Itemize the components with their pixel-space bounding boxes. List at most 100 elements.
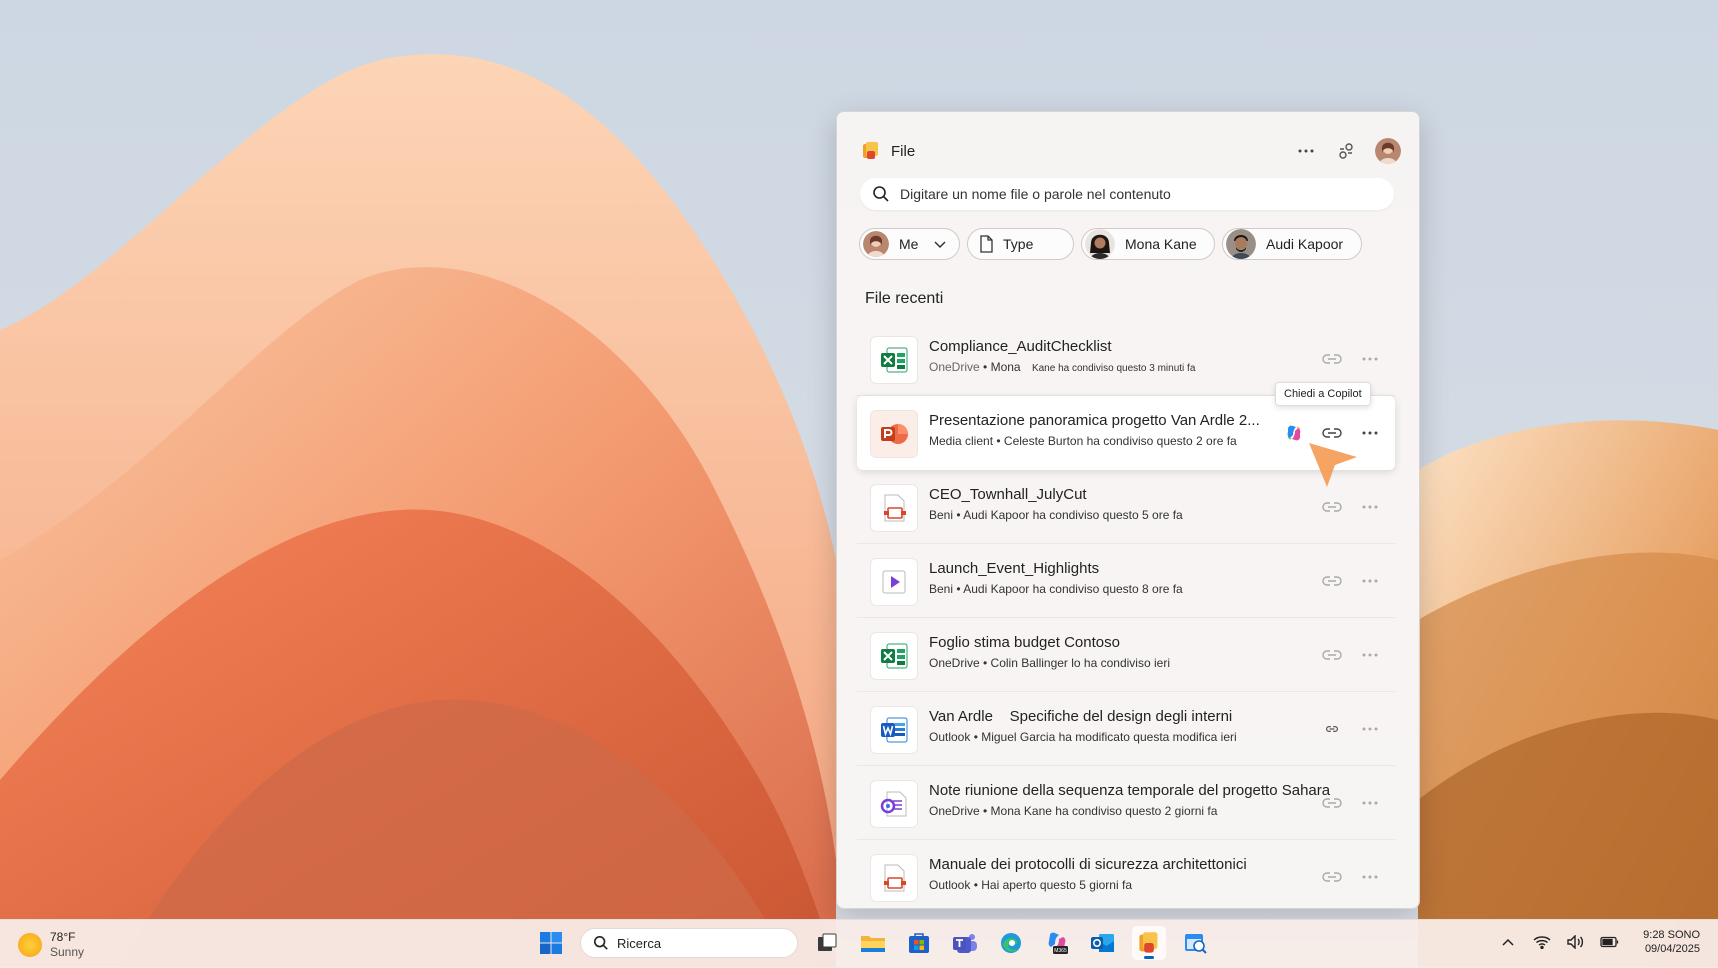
- filter-audi-kapoor[interactable]: Audi Kapoor: [1222, 228, 1362, 260]
- filter-type[interactable]: Type: [967, 228, 1074, 260]
- copy-link-icon[interactable]: [1321, 866, 1343, 888]
- system-tray: 9:28 SONO 09/04/2025: [1497, 928, 1700, 956]
- section-title: File recenti: [865, 290, 944, 307]
- m365-icon[interactable]: M365: [1040, 926, 1074, 960]
- more-actions-icon[interactable]: [1359, 644, 1381, 666]
- file-details: Media client • Celeste Burton ha condivi…: [929, 434, 1237, 448]
- powerpoint-icon: [870, 410, 918, 458]
- file-row[interactable]: Foglio stima budget Contoso OneDrive • C…: [857, 618, 1395, 692]
- copy-link-icon[interactable]: [1321, 570, 1343, 592]
- file-row[interactable]: Manuale dei protocolli di sicurezza arch…: [857, 840, 1395, 908]
- copy-link-icon[interactable]: [1321, 644, 1343, 666]
- svg-text:M365: M365: [1054, 948, 1067, 954]
- file-name: Foglio stima budget Contoso: [929, 634, 1120, 651]
- more-actions-icon[interactable]: [1359, 866, 1381, 888]
- store-icon[interactable]: [902, 926, 936, 960]
- files-panel: File Digitare un nome file o parole nel …: [836, 111, 1420, 909]
- copy-link-icon[interactable]: [1321, 348, 1343, 370]
- filter-me[interactable]: Me: [859, 228, 960, 260]
- copy-link-icon[interactable]: [1321, 496, 1343, 518]
- taskbar-apps: Ricerca M365: [534, 926, 1212, 960]
- file-name: Note riunione della sequenza temporale d…: [929, 782, 1331, 799]
- share-link-icon[interactable]: [1335, 140, 1357, 162]
- wifi-icon[interactable]: [1531, 931, 1553, 953]
- search-icon: [873, 186, 889, 202]
- more-actions-icon[interactable]: [1359, 422, 1381, 444]
- taskbar-search-label: Ricerca: [617, 935, 662, 951]
- filter-me-label: Me: [899, 236, 919, 252]
- taskbar-search[interactable]: Ricerca: [580, 928, 798, 958]
- more-actions-icon[interactable]: [1359, 496, 1381, 518]
- audi-kapoor-avatar: [1226, 229, 1256, 259]
- document-icon: [870, 484, 918, 532]
- mouse-pointer-icon: [1309, 443, 1357, 487]
- search-icon: [593, 935, 608, 950]
- volume-icon[interactable]: [1565, 931, 1587, 953]
- clock-time: 9:28 SONO: [1643, 929, 1700, 941]
- search-input[interactable]: Digitare un nome file o parole nel conte…: [900, 186, 1171, 202]
- clock[interactable]: 9:28 SONO 09/04/2025: [1643, 928, 1700, 956]
- task-view-icon[interactable]: [810, 926, 844, 960]
- copilot-icon[interactable]: [1283, 422, 1305, 444]
- file-name: CEO_Townhall_JulyCut: [929, 486, 1087, 503]
- teams-icon[interactable]: [948, 926, 982, 960]
- file-row[interactable]: Note riunione della sequenza temporale d…: [857, 766, 1395, 840]
- file-details: Outlook • Hai aperto questo 5 giorni fa: [929, 878, 1132, 892]
- file-details: Beni • Audi Kapoor ha condiviso questo 8…: [929, 582, 1183, 596]
- file-name: Presentazione panoramica progetto Van Ar…: [929, 412, 1260, 429]
- file-name: Van Ardle Specifiche del design degli in…: [929, 708, 1233, 725]
- files-app-taskbar-icon[interactable]: [1132, 926, 1166, 960]
- start-icon[interactable]: [534, 926, 568, 960]
- filter-type-label: Type: [1003, 236, 1034, 252]
- filter-audi-kapoor-label: Audi Kapoor: [1266, 236, 1344, 252]
- edge-icon[interactable]: [994, 926, 1028, 960]
- file-row[interactable]: Launch_Event_Highlights Beni • Audi Kapo…: [857, 544, 1395, 618]
- file-row[interactable]: Van Ardle Specifiche del design degli in…: [857, 692, 1395, 766]
- calendar-search-icon[interactable]: [1178, 926, 1212, 960]
- app-title: File: [891, 142, 916, 160]
- document-icon: [980, 235, 993, 253]
- file-details: Beni • Audi Kapoor ha condiviso questo 5…: [929, 508, 1183, 522]
- me-avatar: [863, 231, 889, 257]
- more-actions-icon[interactable]: [1359, 570, 1381, 592]
- user-avatar[interactable]: [1375, 138, 1401, 164]
- filter-chips: Me Type Mona Kane Audi Kapoor: [859, 228, 1362, 260]
- file-details: OneDrive • Mona Kane ha condiviso questo…: [929, 804, 1218, 818]
- filter-mona-kane-label: Mona Kane: [1125, 236, 1197, 252]
- file-explorer-icon[interactable]: [856, 926, 890, 960]
- more-actions-icon[interactable]: [1359, 792, 1381, 814]
- document-icon: [870, 854, 918, 902]
- battery-icon[interactable]: [1599, 931, 1621, 953]
- excel-icon: [870, 632, 918, 680]
- loop-icon: [870, 780, 918, 828]
- file-details: OneDrive • Mona Kane ha condiviso questo…: [929, 360, 1196, 374]
- more-actions-icon[interactable]: [1359, 718, 1381, 740]
- more-options-icon[interactable]: [1295, 140, 1317, 162]
- copy-link-icon[interactable]: [1321, 792, 1343, 814]
- chevron-down-icon: [934, 241, 946, 249]
- weather-widget[interactable]: 78°F Sunny: [18, 930, 84, 960]
- file-sharer: Mona: [990, 360, 1021, 374]
- file-location: OneDrive: [929, 360, 980, 374]
- chevron-up-icon[interactable]: [1497, 931, 1519, 953]
- panel-header: File: [861, 136, 1401, 166]
- filter-mona-kane[interactable]: Mona Kane: [1081, 228, 1215, 260]
- excel-icon: [870, 336, 918, 384]
- copilot-tooltip: Chiedi a Copilot: [1275, 382, 1371, 406]
- weather-temp: 78°F: [50, 930, 76, 944]
- word-icon: [870, 706, 918, 754]
- copy-link-icon[interactable]: [1321, 718, 1343, 740]
- file-activity: Kane ha condiviso questo 3 minuti fa: [1031, 363, 1196, 374]
- outlook-icon[interactable]: [1086, 926, 1120, 960]
- search-box[interactable]: Digitare un nome file o parole nel conte…: [860, 178, 1394, 210]
- video-icon: [870, 558, 918, 606]
- recent-files-list: Compliance_AuditChecklist OneDrive • Mon…: [857, 322, 1395, 908]
- file-name: Compliance_AuditChecklist: [929, 338, 1112, 355]
- clock-date: 09/04/2025: [1644, 943, 1700, 955]
- files-app-icon: [861, 141, 881, 161]
- file-name: Launch_Event_Highlights: [929, 560, 1100, 577]
- weather-desc: Sunny: [50, 945, 85, 959]
- sun-icon: [18, 933, 42, 957]
- more-actions-icon[interactable]: [1359, 348, 1381, 370]
- mona-kane-avatar: [1085, 229, 1115, 259]
